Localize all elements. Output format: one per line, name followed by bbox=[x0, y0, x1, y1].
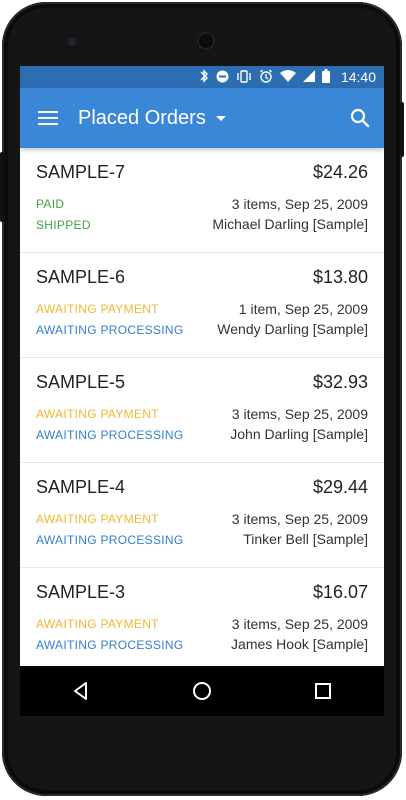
vibrate-icon bbox=[236, 69, 252, 85]
order-id: SAMPLE-4 bbox=[36, 477, 126, 497]
order-id: SAMPLE-5 bbox=[36, 372, 126, 392]
payment-status: AWAITING PAYMENT bbox=[36, 407, 159, 421]
status-bar: 14:40 bbox=[20, 66, 384, 88]
fulfillment-status: AWAITING PROCESSING bbox=[36, 533, 184, 547]
app-screen: 14:40 Placed Orders SAMPLE-7 $24.26 PAID SH… bbox=[20, 66, 384, 666]
payment-status: AWAITING PAYMENT bbox=[36, 512, 159, 526]
order-summary: 3 items, Sep 25, 2009 bbox=[231, 406, 368, 422]
fulfillment-status: AWAITING PROCESSING bbox=[36, 638, 184, 652]
earpiece-speaker bbox=[197, 32, 215, 50]
payment-status: AWAITING PAYMENT bbox=[36, 302, 159, 316]
navigation-bar bbox=[20, 666, 384, 716]
back-button[interactable] bbox=[61, 671, 101, 711]
order-summary: 1 item, Sep 25, 2009 bbox=[238, 301, 368, 317]
order-list: SAMPLE-7 $24.26 PAID SHIPPED 3 items, Sep 25… bbox=[20, 148, 384, 666]
customer-name: Wendy Darling [Sample] bbox=[217, 321, 368, 337]
front-camera bbox=[68, 38, 76, 46]
search-button[interactable] bbox=[348, 106, 372, 130]
order-total: $32.93 bbox=[312, 372, 368, 392]
home-icon bbox=[192, 682, 211, 700]
order-row[interactable]: SAMPLE-6 $13.80 AWAITING PAYMENT AWAITING P… bbox=[20, 253, 384, 358]
payment-status: PAID bbox=[36, 197, 65, 211]
customer-name: John Darling [Sample] bbox=[230, 426, 368, 442]
back-icon bbox=[73, 682, 87, 700]
customer-name: Tinker Bell [Sample] bbox=[243, 531, 368, 547]
order-summary: 3 items, Sep 25, 2009 bbox=[231, 196, 368, 212]
battery-icon bbox=[321, 69, 330, 85]
order-total: $13.80 bbox=[312, 267, 368, 287]
page-title: Placed Orders bbox=[78, 106, 206, 129]
wifi-icon bbox=[279, 70, 296, 84]
power-button bbox=[0, 152, 4, 222]
order-id: SAMPLE-7 bbox=[36, 162, 126, 182]
status-time: 14:40 bbox=[340, 69, 376, 85]
customer-name: James Hook [Sample] bbox=[231, 636, 368, 652]
home-button[interactable] bbox=[182, 671, 222, 711]
search-icon bbox=[350, 108, 370, 128]
order-view-dropdown[interactable]: Placed Orders bbox=[78, 107, 226, 130]
order-row[interactable]: SAMPLE-7 $24.26 PAID SHIPPED 3 items, Sep 25… bbox=[20, 148, 384, 253]
order-summary: 3 items, Sep 25, 2009 bbox=[231, 616, 368, 632]
fulfillment-status: AWAITING PROCESSING bbox=[36, 323, 184, 337]
order-id: SAMPLE-3 bbox=[36, 582, 126, 602]
recents-button[interactable] bbox=[303, 671, 343, 711]
signal-icon bbox=[302, 70, 315, 84]
do-not-disturb-icon bbox=[216, 70, 229, 85]
fulfillment-status: AWAITING PROCESSING bbox=[36, 428, 184, 442]
order-total: $24.26 bbox=[312, 162, 368, 182]
hamburger-icon bbox=[38, 111, 58, 125]
volume-button bbox=[400, 102, 404, 157]
alarm-icon bbox=[259, 69, 273, 85]
fulfillment-status: SHIPPED bbox=[36, 218, 91, 232]
app-bar: Placed Orders bbox=[20, 88, 384, 148]
order-total: $16.07 bbox=[312, 582, 368, 602]
order-row[interactable]: SAMPLE-3 $16.07 AWAITING PAYMENT AWAITING P… bbox=[20, 568, 384, 666]
customer-name: Michael Darling [Sample] bbox=[212, 216, 368, 232]
order-summary: 3 items, Sep 25, 2009 bbox=[231, 511, 368, 527]
order-row[interactable]: SAMPLE-5 $32.93 AWAITING PAYMENT AWAITING P… bbox=[20, 358, 384, 463]
bluetooth-icon bbox=[199, 69, 209, 85]
order-id: SAMPLE-6 bbox=[36, 267, 126, 287]
caret-down-icon bbox=[215, 116, 226, 121]
payment-status: AWAITING PAYMENT bbox=[36, 617, 159, 631]
order-total: $29.44 bbox=[312, 477, 368, 497]
menu-button[interactable] bbox=[20, 88, 76, 148]
recents-icon bbox=[315, 683, 332, 699]
order-row[interactable]: SAMPLE-4 $29.44 AWAITING PAYMENT AWAITING P… bbox=[20, 463, 384, 568]
